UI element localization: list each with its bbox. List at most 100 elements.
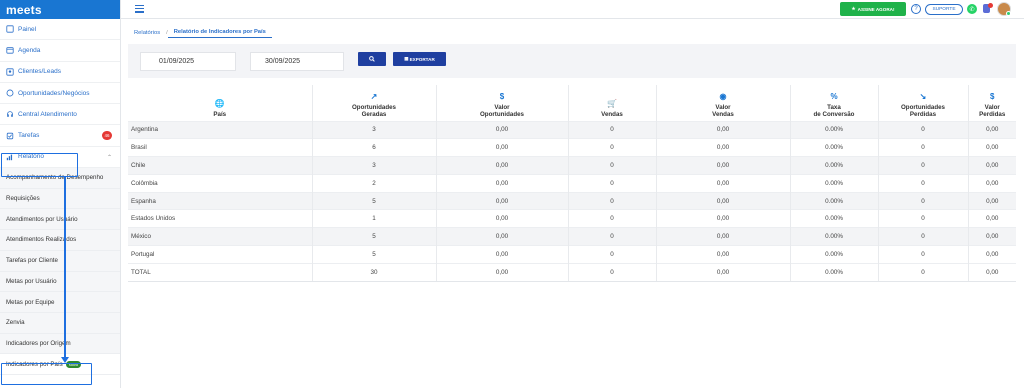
col-header-valor-perdidas[interactable]: $ Valor Perdidas [967, 85, 1016, 121]
cell-oportunidades-perdidas: 0 [877, 209, 968, 228]
coin-icon: ◉ [719, 91, 727, 101]
cell-valor-perdidas: 0,00 [967, 120, 1016, 139]
cell-vendas: 0 [567, 227, 656, 246]
col-header-valor-oportunidades[interactable]: $ Valor Oportunidades [435, 85, 568, 121]
avatar[interactable] [997, 2, 1011, 16]
col-header-valor-vendas[interactable]: ◉ Valor Vendas [655, 85, 790, 121]
assine-agora-label: ASSINE AGORA! [857, 6, 895, 12]
cell-taxa-conversao: 0.00% [789, 173, 878, 193]
cell-taxa-conversao: 0.00% [789, 138, 878, 157]
submenu-item-metas-equipe[interactable]: Metas por Equipe [0, 292, 120, 313]
table-row: México 5 0,00 0 0,00 0.00% 0 0,00 [128, 227, 1016, 246]
cell-vendas: 0 [567, 156, 656, 175]
topbar: ★ ASSINE AGORA! ? SUPORTE ✆ [121, 0, 1024, 19]
submenu-item-label: Requisições [6, 195, 40, 203]
cell-pais: TOTAL [128, 262, 312, 282]
submenu-item-requisicoes[interactable]: Requisições [0, 188, 120, 210]
tasks-icon [6, 132, 14, 140]
submenu-item-label: Metas por Equipe [6, 298, 55, 306]
cell-oportunidades-perdidas: 0 [877, 156, 968, 175]
cell-oportunidades-geradas: 5 [311, 227, 436, 246]
breadcrumb: Relatórios / Relatório de Indicadores po… [128, 27, 272, 39]
cell-oportunidades-perdidas: 0 [877, 262, 968, 282]
cell-vendas: 0 [567, 245, 656, 264]
logo-bar: meets [0, 0, 120, 19]
date-start-input[interactable]: 01/09/2025 [140, 52, 236, 71]
cell-valor-oportunidades: 0,00 [435, 227, 568, 246]
cell-oportunidades-geradas: 3 [311, 120, 436, 139]
date-end-input[interactable]: 30/09/2025 [250, 52, 344, 71]
cell-oportunidades-perdidas: 0 [877, 173, 968, 193]
cell-vendas: 0 [567, 209, 656, 228]
cell-valor-vendas: 0,00 [655, 245, 790, 264]
sidebar-item-label: Tarefas [18, 132, 40, 140]
dollar-off-icon: $ [990, 91, 995, 101]
sidebar-item-central-atendimento[interactable]: Central Atendimento [0, 104, 120, 126]
headset-icon [6, 110, 14, 118]
cell-valor-vendas: 0,00 [655, 138, 790, 157]
whatsapp-icon[interactable]: ✆ [967, 4, 977, 14]
submenu-item-indicadores-origem[interactable]: Indicadores por Origem [0, 333, 120, 355]
submenu-item-metas-usuario[interactable]: Metas por Usuário [0, 271, 120, 293]
col-header-vendas[interactable]: 🛒 Vendas [567, 85, 656, 121]
trend-down-icon: ↘ [919, 91, 927, 101]
menu-toggle-icon[interactable] [135, 5, 144, 13]
cell-vendas: 0 [567, 262, 656, 282]
cell-taxa-conversao: 0.00% [789, 262, 878, 282]
cell-taxa-conversao: 0.00% [789, 209, 878, 228]
sidebar-item-clientes[interactable]: Clientes/Leads [0, 62, 120, 83]
contacts-icon [6, 68, 14, 76]
table-row: Estados Unidos 1 0,00 0 0,00 0.00% 0 0,00 [128, 209, 1016, 228]
sidebar-item-agenda[interactable]: Agenda [0, 40, 120, 62]
cell-taxa-conversao: 0.00% [789, 156, 878, 175]
cell-oportunidades-geradas: 5 [311, 245, 436, 264]
cell-oportunidades-perdidas: 0 [877, 191, 968, 210]
cell-oportunidades-geradas: 5 [311, 191, 436, 210]
cell-valor-perdidas: 0,00 [967, 138, 1016, 157]
cell-vendas: 0 [567, 138, 656, 157]
cell-vendas: 0 [567, 191, 656, 210]
cell-oportunidades-geradas: 6 [311, 138, 436, 157]
sidebar-item-label: Oportunidades/Negócios [18, 89, 90, 97]
cell-taxa-conversao: 0.00% [789, 191, 878, 210]
online-status-icon [1006, 11, 1011, 16]
star-icon: ★ [851, 6, 856, 11]
col-header-taxa-conversao[interactable]: % Taxa de Conversão [789, 85, 878, 121]
col-header-label: Valor Oportunidades [479, 103, 524, 118]
cell-valor-vendas: 0,00 [655, 209, 790, 228]
suporte-button[interactable]: SUPORTE [925, 4, 963, 15]
sidebar-item-oportunidades[interactable]: Oportunidades/Negócios [0, 83, 120, 105]
chevron-up-icon: ⌃ [106, 154, 112, 161]
filter-bar: 01/09/2025 30/09/2025 ▦ EXPORTAR [128, 44, 1016, 78]
cell-valor-perdidas: 0,00 [967, 227, 1016, 246]
sidebar-item-label: Central Atendimento [18, 110, 77, 118]
sidebar-item-tarefas[interactable]: Tarefas 46 [0, 125, 120, 147]
cell-valor-oportunidades: 0,00 [435, 191, 568, 210]
sidebar-item-painel[interactable]: Painel [0, 19, 120, 41]
col-header-pais[interactable]: 🌐 País [128, 85, 312, 121]
assine-agora-button[interactable]: ★ ASSINE AGORA! [840, 2, 906, 16]
col-header-label: Taxa de Conversão [813, 103, 855, 118]
col-header-oportunidades-perdidas[interactable]: ↘ Oportunidades Perdidas [877, 85, 968, 121]
cell-pais: Espanha [128, 191, 312, 210]
search-icon [369, 56, 375, 62]
cell-taxa-conversao: 0.00% [789, 120, 878, 139]
submenu-item-atendimentos-realizados[interactable]: Atendimentos Realizados [0, 230, 120, 251]
submenu-item-tarefas-cliente[interactable]: Tarefas por Cliente [0, 250, 120, 272]
submenu-item-atendimentos-usuario[interactable]: Atendimentos por Usuário [0, 209, 120, 231]
col-header-label: Vendas [601, 110, 623, 118]
search-button[interactable] [358, 52, 386, 66]
export-button[interactable]: ▦ EXPORTAR [393, 52, 446, 66]
table-icon: ▦ [404, 56, 409, 61]
help-icon[interactable]: ? [911, 4, 921, 14]
table-row: Espanha 5 0,00 0 0,00 0.00% 0 0,00 [128, 191, 1016, 210]
cell-valor-vendas: 0,00 [655, 262, 790, 282]
col-header-oportunidades-geradas[interactable]: ↗ Oportunidades Geradas [311, 85, 436, 121]
cell-pais: Argentina [128, 120, 312, 139]
submenu-item-label: Tarefas por Cliente [6, 257, 58, 265]
breadcrumb-relatorios-link[interactable]: Relatórios [128, 30, 166, 36]
table-total-row: TOTAL 30 0,00 0 0,00 0.00% 0 0,00 [128, 262, 1016, 282]
app-logo[interactable]: meets [6, 3, 42, 17]
submenu-item-zenvia[interactable]: Zenvia [0, 312, 120, 334]
notification-icon[interactable] [983, 3, 993, 14]
